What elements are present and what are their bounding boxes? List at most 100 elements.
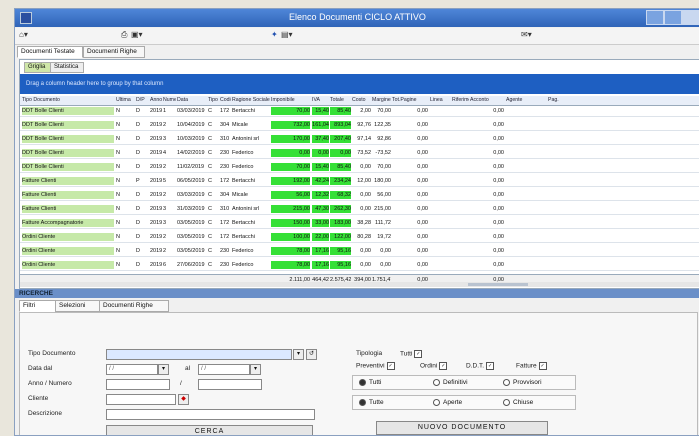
table-cell: 3 [163,206,167,212]
column-header[interactable]: Data [177,97,206,103]
table-cell: 17,16 [312,261,329,269]
tutti-check[interactable]: Tutti ✓ [400,350,423,358]
column-header[interactable]: Ragione Sociale [232,97,270,103]
column-header[interactable]: Pag. [548,97,588,103]
client-lookup-icon[interactable]: ◆ [178,394,189,405]
calendar-dal-icon[interactable]: ▾ [158,364,169,375]
preventivi-check[interactable]: Preventivi ✓ [356,362,395,370]
table-row[interactable]: DDT Bolle Clienti N D 2019 4 14/02/2019 C 230 Fe… [20,148,699,159]
home-icon[interactable]: ⌂▾ [19,30,28,41]
table-row[interactable]: DDT Bolle Clienti N D 2019 2 11/02/2019 C 230 Fe… [20,162,699,173]
table-cell: 0,00 [417,136,428,142]
descrizione-input[interactable] [106,409,315,420]
checkbox-icon[interactable]: ✓ [414,350,423,358]
table-cell [452,205,469,213]
toolbar: ⌂▾ ⎙ ▣▾ ✦ ▤▾ ✉▾ [15,28,699,45]
column-header[interactable]: IVA [312,97,329,103]
nuovo-documento-button[interactable]: NUOVO DOCUMENTO [376,421,548,435]
clear-icon[interactable]: ↺ [306,349,317,360]
radio-aperte[interactable]: Aperte [433,399,462,406]
fatture-check[interactable]: Fatture ✓ [516,362,547,370]
column-header[interactable]: Totale [330,97,351,103]
cerca-button[interactable]: CERCA [106,425,313,435]
column-header[interactable]: Riferimento [452,97,469,103]
table-row[interactable]: Ordini Cliente N D 2019 2 03/05/2019 C 230 Feder… [20,246,699,257]
print-icon[interactable]: ⎙ [121,30,127,41]
column-header[interactable]: Ultima [116,97,134,103]
column-header[interactable]: Linea [430,97,450,103]
radio-tutti[interactable]: Tutti [359,379,381,386]
table-cell: 0,00 [417,108,428,114]
table-cell: 0,00 [493,206,504,212]
checkbox-icon[interactable]: ✓ [486,362,495,370]
column-header[interactable]: Tipo C/F [208,97,219,103]
tipo-documento-input[interactable] [106,349,292,360]
data-dal-input[interactable]: / / [106,364,158,375]
table-cell: 2 [163,234,167,240]
scrollbar-thumb[interactable] [468,283,528,286]
tab-selezioni[interactable]: Selezioni [55,300,101,312]
calendar-al-icon[interactable]: ▾ [250,364,261,375]
group-by-panel[interactable]: Drag a column header here to group by th… [20,74,699,94]
doc-icon[interactable]: ▤▾ [281,30,293,41]
table-cell: 03/05/2019 [177,248,205,254]
numero-input[interactable] [198,379,262,390]
column-header[interactable]: Acconto [470,97,504,103]
column-header[interactable]: D/P [136,97,148,103]
tab-griglia[interactable]: Griglia [24,62,52,73]
tab-filtri[interactable]: Filtri [19,300,57,312]
checkbox-icon[interactable]: ✓ [538,362,547,370]
column-header[interactable]: Agente [506,97,546,103]
ddt-check[interactable]: D.D.T. ✓ [466,362,495,370]
column-header[interactable]: Imponibile [271,97,310,103]
dropdown-arrow-icon[interactable]: ▾ [293,349,304,360]
table-row[interactable]: Fatture Clienti N D 2019 2 03/03/2019 C 304 Mica… [20,190,699,201]
anno-input[interactable] [106,379,170,390]
tab-documenti-righe[interactable]: Documenti Righe [83,46,145,58]
table-cell: 172 [220,220,230,226]
table-row[interactable]: DDT Bolle Clienti N D 2019 2 10/04/2019 C 304 Mi… [20,120,699,131]
table-cell: 10/03/2019 [177,136,205,142]
table-row[interactable]: DDT Bolle Clienti N D 2019 3 10/03/2019 C 310 An… [20,134,699,145]
checkbox-icon[interactable]: ✓ [386,362,395,370]
descrizione-label: Descrizione [28,410,62,417]
minimize-button[interactable] [646,10,664,25]
table-cell: 0,00 [417,234,428,240]
table-cell: Antonini srl [232,206,260,212]
radio-provvisori[interactable]: Provvisori [503,379,542,386]
column-header[interactable]: Tot.Pagine [392,97,428,103]
cliente-input[interactable] [106,394,176,405]
maximize-button[interactable] [664,10,682,25]
mail-icon[interactable]: ✉▾ [521,30,532,41]
horizontal-scrollbar[interactable] [20,282,699,287]
wand-icon[interactable]: ✦ [271,30,278,41]
table-cell: 80,28 [357,234,371,240]
column-header[interactable]: Costo [352,97,371,103]
table-cell: 230 [220,262,230,268]
ordini-check[interactable]: Ordini ✓ [420,362,448,370]
table-row[interactable]: Ordini Cliente N D 2019 6 27/06/2019 C 230 Feder… [20,260,699,271]
table-row[interactable]: Ordini Cliente N D 2019 2 03/05/2019 C 172 Berta… [20,232,699,243]
table-cell: D [136,164,140,170]
column-header[interactable]: Codice [220,97,231,103]
close-button[interactable] [682,10,699,25]
save-icon[interactable]: ▣▾ [131,30,143,41]
tab-statistica[interactable]: Statistica [50,62,84,73]
column-header[interactable]: Anno [150,97,163,103]
table-row[interactable]: DDT Bolle Clienti N D 2019 1 03/03/2019 C 172 Be… [20,106,699,117]
radio-chiuse-label: Chiuse [513,399,534,407]
column-header[interactable]: Tipo Documento [22,97,114,103]
column-header[interactable]: Margine [372,97,391,103]
data-al-input[interactable]: / / [198,364,250,375]
table-row[interactable]: Fatture Clienti N P 2019 5 06/05/2019 C 172 Bert… [20,176,699,187]
radio-definitivi[interactable]: Definitivi [433,379,468,386]
tab-documenti-testate[interactable]: Documenti Testate [17,46,83,58]
window-title: Elenco Documenti CICLO ATTIVO [289,12,426,22]
radio-tutte[interactable]: Tutte [359,399,384,406]
column-header[interactable]: Numero [163,97,176,103]
radio-chiuse[interactable]: Chiuse [503,399,533,406]
table-row[interactable]: Fatture Clienti N D 2019 3 31/03/2019 C 310 Anto… [20,204,699,215]
tab-filter-documenti-righe[interactable]: Documenti Righe [99,300,169,312]
table-row[interactable]: Fatture Accompagnatorie N D 2019 3 03/05/2019… [20,218,699,229]
checkbox-icon[interactable]: ✓ [439,362,448,370]
